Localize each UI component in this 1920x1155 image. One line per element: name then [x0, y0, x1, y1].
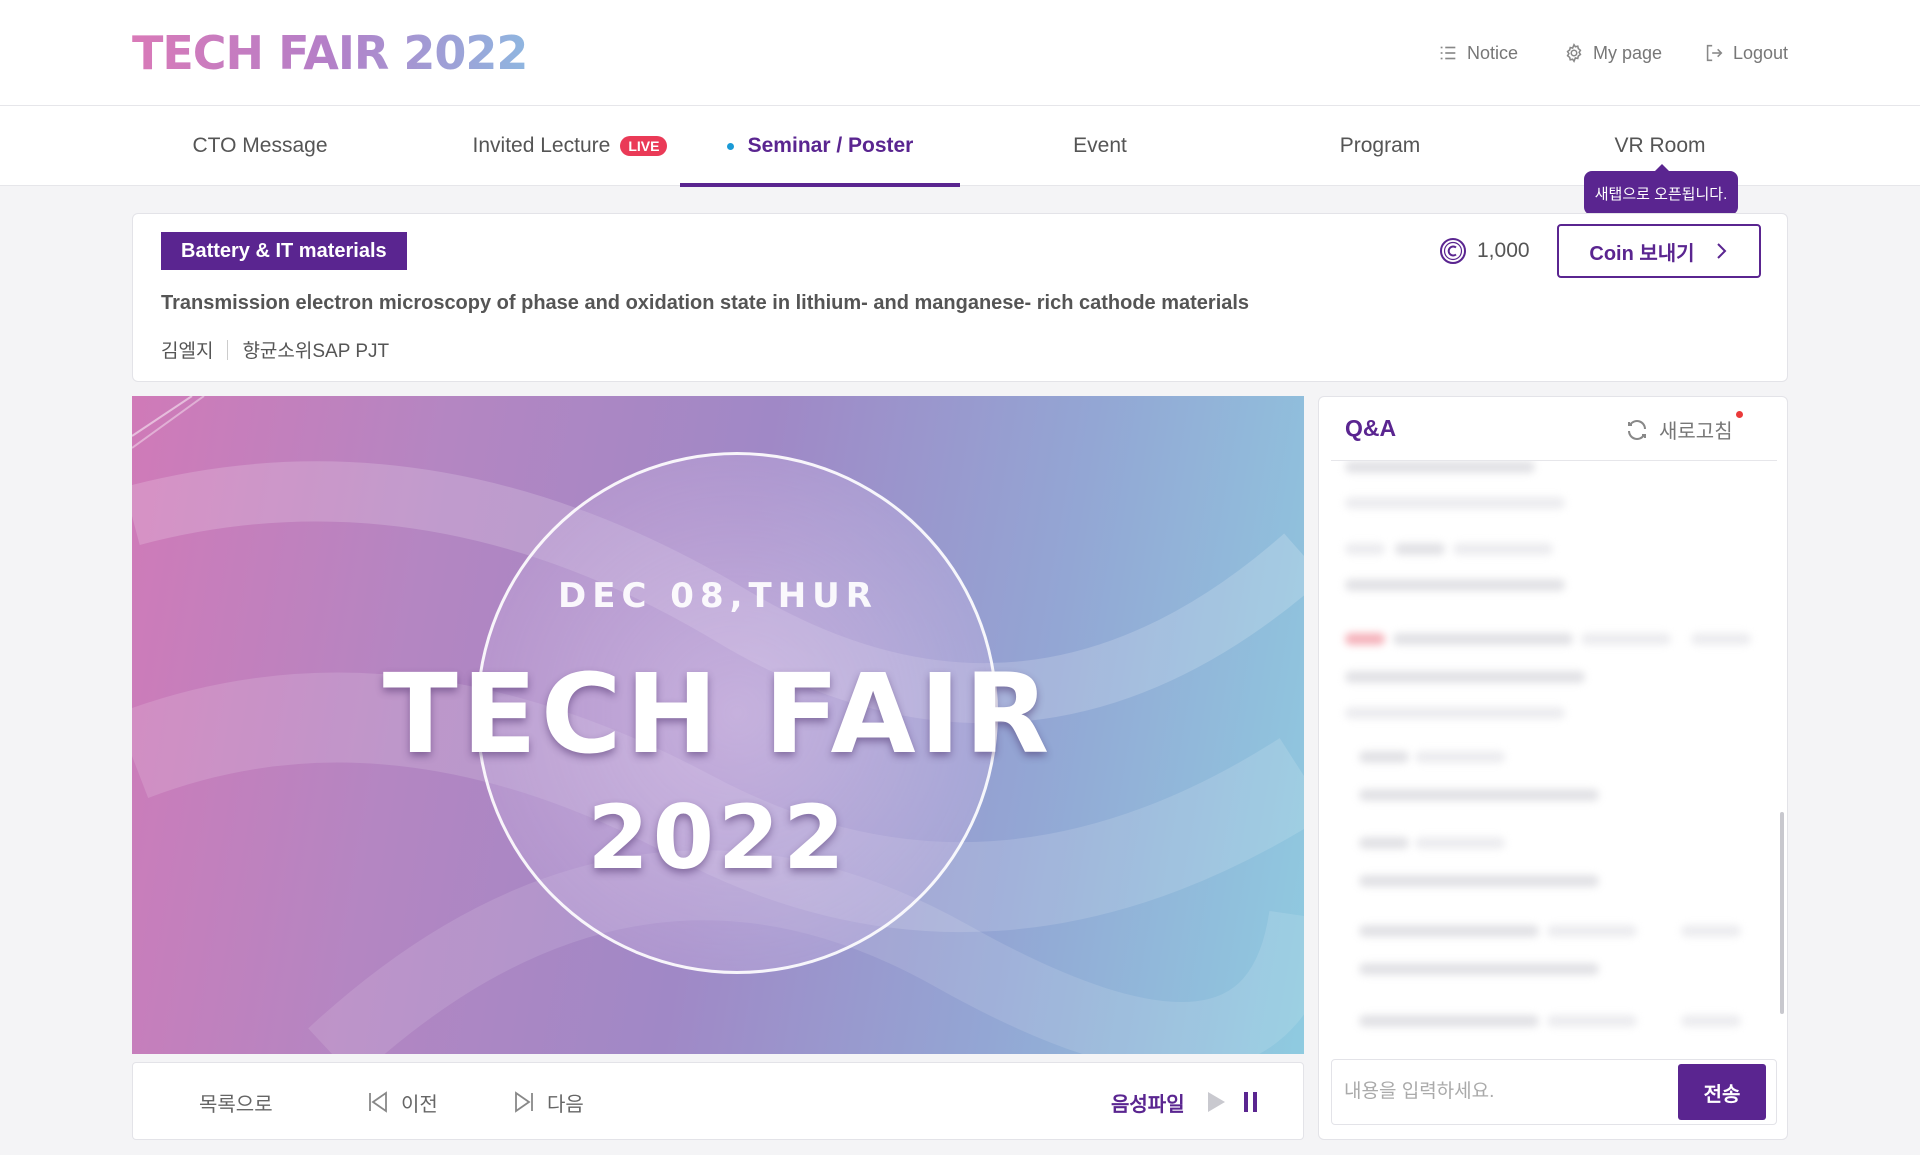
blurred-text — [1345, 671, 1585, 683]
tab-label: Program — [1339, 134, 1421, 157]
mypage-link[interactable]: My page — [1563, 42, 1662, 64]
logo[interactable]: TECH FAIR 2022 — [132, 26, 528, 80]
vr-room-tooltip: 새탭으로 오픈됩니다. — [1584, 164, 1738, 215]
blurred-text — [1395, 543, 1445, 555]
blurred-text — [1345, 633, 1385, 645]
tab-label: VR Room — [1614, 134, 1706, 157]
tab-event[interactable]: Event — [1000, 106, 1200, 186]
refresh-label: 새로고침 — [1659, 421, 1733, 443]
author-affiliation: 향균소위SAP PJT — [242, 341, 390, 362]
logout-icon — [1706, 44, 1723, 62]
skip-forward-icon — [515, 1091, 533, 1113]
blurred-text — [1345, 461, 1535, 473]
session-title: Transmission electron microscopy of phas… — [161, 292, 1250, 314]
tab-label: Event — [1073, 134, 1127, 157]
prev-label: 이전 — [401, 1093, 438, 1116]
send-button[interactable]: 전송 — [1678, 1064, 1766, 1120]
next-button[interactable]: 다음 — [511, 1063, 584, 1141]
qa-list[interactable] — [1331, 461, 1777, 1051]
blurred-text — [1345, 543, 1385, 555]
chevron-right-icon — [1716, 243, 1727, 259]
tab-label: Invited Lecture — [472, 134, 611, 157]
refresh-icon — [1628, 419, 1646, 440]
coin-balance: 1,000 — [1439, 237, 1530, 265]
coin-count: 1,000 — [1477, 239, 1530, 262]
session-info-card: Battery & IT materials 1,000 Coin 보내기 Tr… — [132, 213, 1788, 382]
gear-icon — [1566, 43, 1582, 63]
blurred-text — [1547, 925, 1637, 937]
video-player[interactable]: DEC 08,THUR TECH FAIR 2022 — [132, 396, 1304, 1054]
tab-program[interactable]: Program — [1280, 106, 1480, 186]
blurred-text — [1359, 1015, 1539, 1027]
blurred-text — [1681, 925, 1741, 937]
blurred-text — [1581, 633, 1671, 645]
blurred-text — [1345, 497, 1565, 509]
list-icon — [1440, 46, 1456, 60]
tab-label: Seminar / Poster — [747, 134, 914, 157]
divider — [227, 339, 229, 360]
tab-cto-message[interactable]: CTO Message — [160, 106, 360, 186]
coin-icon — [1440, 238, 1466, 264]
qa-scrollbar[interactable] — [1780, 812, 1784, 1014]
blurred-text — [1359, 751, 1409, 763]
send-coin-button[interactable]: Coin 보내기 — [1557, 224, 1761, 278]
back-to-list-label: 목록으로 — [199, 1093, 273, 1116]
active-dot-icon — [726, 142, 734, 150]
blurred-text — [1415, 751, 1505, 763]
mypage-label: My page — [1593, 42, 1663, 63]
logout-label: Logout — [1733, 42, 1789, 63]
qa-input-area: 전송 — [1331, 1059, 1777, 1125]
category-badge: Battery & IT materials — [161, 232, 407, 270]
poster-title: TECH FAIR — [382, 650, 1054, 778]
skip-back-icon — [369, 1091, 387, 1113]
session-authors: 김엘지 향균소위SAP PJT — [161, 336, 389, 363]
blurred-text — [1393, 633, 1573, 645]
blurred-text — [1691, 633, 1751, 645]
tab-label: CTO Message — [192, 134, 328, 157]
blurred-text — [1359, 963, 1599, 975]
qa-header: Q&A 새로고침 — [1331, 397, 1777, 461]
qa-title: Q&A — [1345, 415, 1397, 441]
blurred-text — [1345, 579, 1565, 591]
next-label: 다음 — [547, 1093, 584, 1116]
blurred-text — [1359, 837, 1409, 849]
send-coin-label: Coin 보내기 — [1589, 242, 1695, 265]
poster-date: DEC 08,THUR — [558, 576, 878, 616]
poster-year: 2022 — [587, 786, 849, 889]
blurred-text — [1453, 543, 1553, 555]
back-to-list-button[interactable]: 목록으로 — [199, 1063, 273, 1141]
blurred-text — [1415, 837, 1505, 849]
play-icon[interactable] — [1205, 1090, 1227, 1114]
tab-invited-lecture[interactable]: Invited Lecture LIVE — [440, 106, 700, 186]
blurred-text — [1359, 789, 1599, 801]
notice-link[interactable]: Notice — [1437, 42, 1518, 64]
tab-seminar-poster[interactable]: Seminar / Poster — [680, 106, 960, 187]
audio-file-label: 음성파일 — [1111, 1093, 1185, 1116]
blurred-text — [1547, 1015, 1637, 1027]
qa-message-input[interactable] — [1344, 1060, 1664, 1124]
logout-link[interactable]: Logout — [1703, 42, 1788, 64]
header: TECH FAIR 2022 Notice My page Logout — [0, 0, 1920, 106]
blurred-text — [1345, 707, 1565, 719]
refresh-button[interactable]: 새로고침 — [1625, 411, 1743, 444]
new-indicator-dot — [1735, 411, 1743, 418]
prev-button[interactable]: 이전 — [365, 1063, 438, 1141]
blurred-text — [1681, 1015, 1741, 1027]
notice-label: Notice — [1467, 42, 1519, 63]
blurred-text — [1359, 875, 1599, 887]
blurred-text — [1359, 925, 1539, 937]
pause-icon[interactable] — [1241, 1090, 1261, 1114]
player-controls: 목록으로 이전 다음 음성파일 — [132, 1062, 1304, 1140]
author-name: 김엘지 — [161, 341, 214, 362]
live-badge: LIVE — [620, 136, 668, 156]
qa-panel: Q&A 새로고침 내용을 입력하세요. 전송 — [1318, 396, 1788, 1140]
